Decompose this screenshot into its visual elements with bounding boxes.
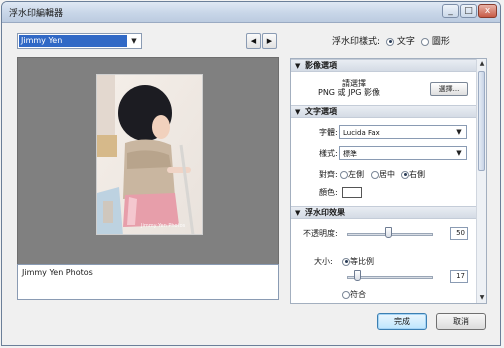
opacity-slider-thumb[interactable] (385, 227, 392, 238)
radio-button-icon[interactable] (421, 37, 429, 46)
maximize-button[interactable]: □ (460, 4, 477, 18)
size-fit-label: 符合 (350, 290, 366, 299)
style-option-image[interactable]: 圖形 (421, 37, 450, 47)
image-options-header[interactable]: ▼ 影像選項 (291, 59, 476, 72)
style-option-image-label: 圖形 (431, 37, 450, 47)
watermark-editor-window: 浮水印編輯器 _ □ x Jimmy Yen ▼ ◀ ▶ 浮水印樣式: 文字 圖… (1, 1, 501, 346)
chevron-down-icon: ▼ (456, 149, 462, 157)
chevron-down-icon: ▼ (456, 128, 462, 136)
style-option-text-label: 文字 (396, 37, 415, 47)
size-proportional-option[interactable]: 等比例 (342, 257, 374, 267)
radio-button-icon[interactable] (371, 170, 379, 179)
previous-preset-button[interactable]: ◀ (246, 33, 261, 49)
font-dropdown[interactable]: Lucida Fax ▼ (339, 125, 467, 139)
child-photo-image (97, 75, 202, 234)
font-value: Lucida Fax (343, 129, 380, 137)
client-area: Jimmy Yen ▼ ◀ ▶ 浮水印樣式: 文字 圖形 Jimmy Yen P… (2, 23, 500, 345)
size-slider-thumb[interactable] (354, 270, 361, 281)
style-option-text[interactable]: 文字 (386, 37, 415, 47)
watermark-effect-title: 浮水印效果 (305, 208, 345, 217)
collapse-triangle-icon: ▼ (295, 209, 301, 217)
chevron-down-icon: ▼ (131, 37, 137, 45)
window-title: 浮水印編輯器 (9, 9, 64, 19)
style-dropdown[interactable]: 標準 ▼ (339, 146, 467, 160)
opacity-value-field[interactable]: 50 (450, 227, 468, 240)
radio-button-icon[interactable] (342, 257, 350, 266)
watermark-overlay-text: Jimmy Yen Photos (141, 223, 186, 229)
watermark-text-input[interactable]: Jimmy Yen Photos (17, 264, 279, 300)
options-scrollbar[interactable]: ▲ ▼ (476, 59, 486, 303)
scroll-down-icon[interactable]: ▼ (477, 293, 486, 303)
opacity-label: 不透明度: (303, 229, 338, 238)
image-prompt-line2: PNG 或 JPG 影像 (318, 88, 381, 97)
next-preset-button[interactable]: ▶ (262, 33, 277, 49)
align-right-option[interactable]: 右側 (401, 170, 425, 180)
radio-button-icon[interactable] (401, 170, 409, 179)
text-options-title: 文字選項 (305, 107, 337, 116)
size-fit-option[interactable]: 符合 (342, 290, 366, 300)
align-label: 對齊: (319, 170, 338, 179)
radio-button-icon[interactable] (386, 37, 394, 46)
collapse-triangle-icon: ▼ (295, 108, 301, 116)
align-center-label: 居中 (379, 170, 395, 179)
size-value-field[interactable]: 17 (450, 270, 468, 283)
preset-dropdown[interactable]: Jimmy Yen ▼ (17, 33, 142, 49)
scrollbar-thumb[interactable] (478, 71, 485, 171)
watermark-effect-header[interactable]: ▼ 浮水印效果 (291, 206, 476, 219)
font-label: 字體: (319, 128, 338, 137)
radio-button-icon[interactable] (342, 290, 350, 299)
color-label: 顏色: (319, 188, 338, 197)
options-panel: ▼ 影像選項 請選擇 PNG 或 JPG 影像 選擇... ▼ 文字選項 字體: L… (290, 58, 487, 304)
align-right-label: 右側 (409, 170, 425, 179)
choose-image-button[interactable]: 選擇... (430, 82, 468, 96)
style-label: 樣式: (319, 149, 338, 158)
color-swatch-button[interactable] (342, 187, 362, 198)
align-left-option[interactable]: 左側 (340, 170, 364, 180)
minimize-button[interactable]: _ (442, 4, 459, 18)
radio-button-icon[interactable] (340, 170, 348, 179)
title-bar: 浮水印編輯器 _ □ x (2, 2, 500, 23)
close-button[interactable]: x (478, 4, 497, 18)
style-value: 標準 (343, 150, 357, 158)
collapse-triangle-icon: ▼ (295, 62, 301, 70)
image-options-title: 影像選項 (305, 61, 337, 70)
size-proportional-label: 等比例 (350, 257, 374, 266)
cancel-button[interactable]: 取消 (436, 313, 486, 330)
preset-selected-value: Jimmy Yen (19, 35, 127, 47)
size-label: 大小: (314, 257, 333, 266)
align-left-label: 左側 (348, 170, 364, 179)
scroll-up-icon[interactable]: ▲ (477, 59, 486, 69)
align-center-option[interactable]: 居中 (371, 170, 395, 180)
watermark-style-label: 浮水印樣式: (332, 37, 381, 47)
ok-button[interactable]: 完成 (377, 313, 427, 330)
preview-photo: Jimmy Yen Photos (96, 74, 203, 235)
text-options-header[interactable]: ▼ 文字選項 (291, 105, 476, 118)
